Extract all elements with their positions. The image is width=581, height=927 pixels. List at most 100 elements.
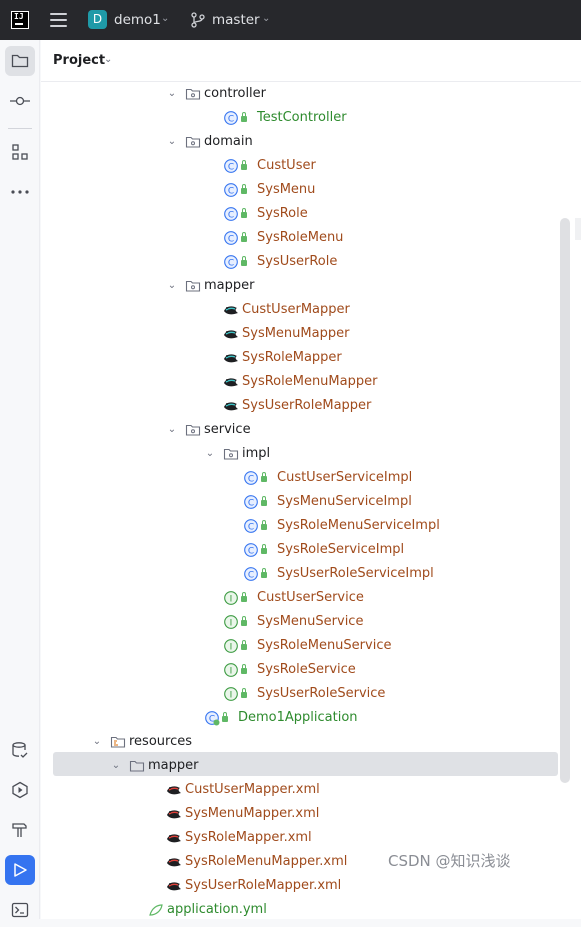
tree-file-row[interactable]: I SysRoleMenuService [41, 634, 561, 658]
project-badge[interactable]: D [88, 10, 107, 29]
mybatis-xml-icon [166, 782, 182, 798]
commit-icon [10, 96, 30, 106]
lock-icon [241, 688, 247, 698]
project-tool-button[interactable] [5, 46, 35, 76]
tree-file-row[interactable]: CustUserMapper.xml [41, 778, 561, 802]
tree-file-row[interactable]: I SysRoleService [41, 658, 561, 682]
watermark: CSDN @知识浅谈 [388, 852, 511, 870]
tool-window-sidebar [0, 40, 40, 919]
tree-item-label: SysUserRole [257, 254, 338, 269]
folder-icon [11, 54, 29, 68]
project-name[interactable]: demo1 [114, 12, 161, 28]
tree-file-row[interactable]: CustUserMapper [41, 298, 561, 322]
run-tool-button[interactable] [5, 855, 35, 885]
tree-file-row[interactable]: application.yml [41, 898, 561, 922]
java-class-icon: C [243, 518, 259, 534]
lock-icon [241, 112, 247, 122]
build-tool-button[interactable] [5, 815, 35, 845]
tree-folder-row[interactable]: ⌄ mapper [41, 754, 561, 778]
git-branch-icon[interactable] [191, 12, 205, 28]
mybatis-xml-icon [166, 878, 182, 894]
tree-folder-row[interactable]: ⌄ domain [41, 130, 561, 154]
mybatis-mapper-icon [223, 302, 239, 318]
more-icon [11, 190, 29, 194]
tree-folder-row[interactable]: ⌄ impl [41, 442, 561, 466]
tree-file-row[interactable]: C SysRoleServiceImpl [41, 538, 561, 562]
package-folder-icon [223, 446, 239, 462]
tree-item-label: service [204, 422, 251, 437]
tree-file-row[interactable]: SysRoleMenuMapper [41, 370, 561, 394]
tree-file-row[interactable]: C SysMenu [41, 178, 561, 202]
chevron-down-icon[interactable]: ⌄ [166, 130, 178, 154]
folder-icon [129, 758, 145, 774]
tree-file-row[interactable]: SysRoleMapper [41, 346, 561, 370]
tree-file-row[interactable]: C SysRole [41, 202, 561, 226]
commit-tool-button[interactable] [5, 86, 35, 116]
tree-folder-row[interactable]: ⌄ service [41, 418, 561, 442]
chevron-down-icon[interactable]: ⌄ [91, 730, 103, 754]
tree-file-row[interactable]: C TestController [41, 106, 561, 130]
svg-text:I: I [230, 594, 233, 604]
tree-file-row[interactable]: C SysRoleMenuServiceImpl [41, 514, 561, 538]
chevron-down-icon[interactable]: ⌄ [166, 274, 178, 298]
tree-file-row[interactable]: C SysUserRole [41, 250, 561, 274]
title-bar: IJ D demo1 ⌄ master ⌄ [0, 0, 581, 40]
database-tool-button[interactable] [5, 735, 35, 765]
java-class-icon: C [223, 158, 239, 174]
java-interface-icon: I [223, 590, 239, 606]
chevron-down-icon[interactable]: ⌄ [161, 13, 169, 24]
tree-item-label: SysRoleMenuServiceImpl [277, 518, 440, 533]
tree-file-row[interactable]: C CustUserServiceImpl [41, 466, 561, 490]
tree-file-row[interactable]: I SysUserRoleService [41, 682, 561, 706]
tree-file-row[interactable]: I CustUserService [41, 586, 561, 610]
tree-file-row[interactable]: SysUserRoleMapper [41, 394, 561, 418]
tree-file-row[interactable]: C SysRoleMenu [41, 226, 561, 250]
logo-text: IJ [14, 12, 24, 21]
tree-folder-row[interactable]: ⌄ resources [41, 730, 561, 754]
terminal-tool-button[interactable] [5, 895, 35, 925]
svg-text:C: C [228, 210, 234, 220]
svg-text:C: C [228, 162, 234, 172]
svg-text:C: C [228, 234, 234, 244]
vertical-scrollbar[interactable] [560, 218, 570, 783]
tree-file-row[interactable]: C Demo1Application [41, 706, 561, 730]
tree-file-row[interactable]: SysMenuMapper.xml [41, 802, 561, 826]
tree-file-row[interactable]: SysRoleMapper.xml [41, 826, 561, 850]
tree-file-row[interactable]: C CustUser [41, 154, 561, 178]
chevron-down-icon[interactable]: ⌄ [262, 13, 270, 24]
java-class-icon: C [243, 542, 259, 558]
chevron-down-icon[interactable]: ⌄ [166, 82, 178, 106]
tree-item-label: SysMenuServiceImpl [277, 494, 412, 509]
chevron-down-icon[interactable]: ⌄ [166, 418, 178, 442]
chevron-down-icon[interactable]: ⌄ [104, 54, 112, 65]
package-folder-icon [185, 278, 201, 294]
lock-icon [241, 232, 247, 242]
tree-folder-row[interactable]: ⌄ controller [41, 82, 561, 106]
lock-icon [241, 616, 247, 626]
tree-file-row[interactable]: SysMenuMapper [41, 322, 561, 346]
main-menu-icon[interactable] [50, 13, 67, 27]
tree-item-label: mapper [148, 758, 199, 773]
structure-tool-button[interactable] [5, 137, 35, 167]
intellij-logo-icon[interactable]: IJ [11, 11, 29, 29]
branch-name[interactable]: master [212, 12, 260, 28]
tree-folder-row[interactable]: ⌄ mapper [41, 274, 561, 298]
svg-text:I: I [230, 690, 233, 700]
tree-file-row[interactable]: C SysUserRoleServiceImpl [41, 562, 561, 586]
lock-icon [261, 544, 267, 554]
tree-item-label: SysUserRoleMapper [242, 398, 372, 413]
tree-file-row[interactable]: SysUserRoleMapper.xml [41, 874, 561, 898]
mybatis-mapper-icon [223, 398, 239, 414]
chevron-down-icon[interactable]: ⌄ [204, 442, 216, 466]
services-tool-button[interactable] [5, 775, 35, 805]
hammer-icon [12, 823, 27, 837]
svg-text:C: C [248, 522, 254, 532]
java-interface-icon: I [223, 662, 239, 678]
lock-icon [261, 472, 267, 482]
chevron-down-icon[interactable]: ⌄ [110, 754, 122, 778]
more-tools-button[interactable] [5, 177, 35, 207]
tree-file-row[interactable]: I SysMenuService [41, 610, 561, 634]
panel-title[interactable]: Project [53, 53, 105, 68]
tree-file-row[interactable]: C SysMenuServiceImpl [41, 490, 561, 514]
tree-item-label: SysMenuService [257, 614, 364, 629]
